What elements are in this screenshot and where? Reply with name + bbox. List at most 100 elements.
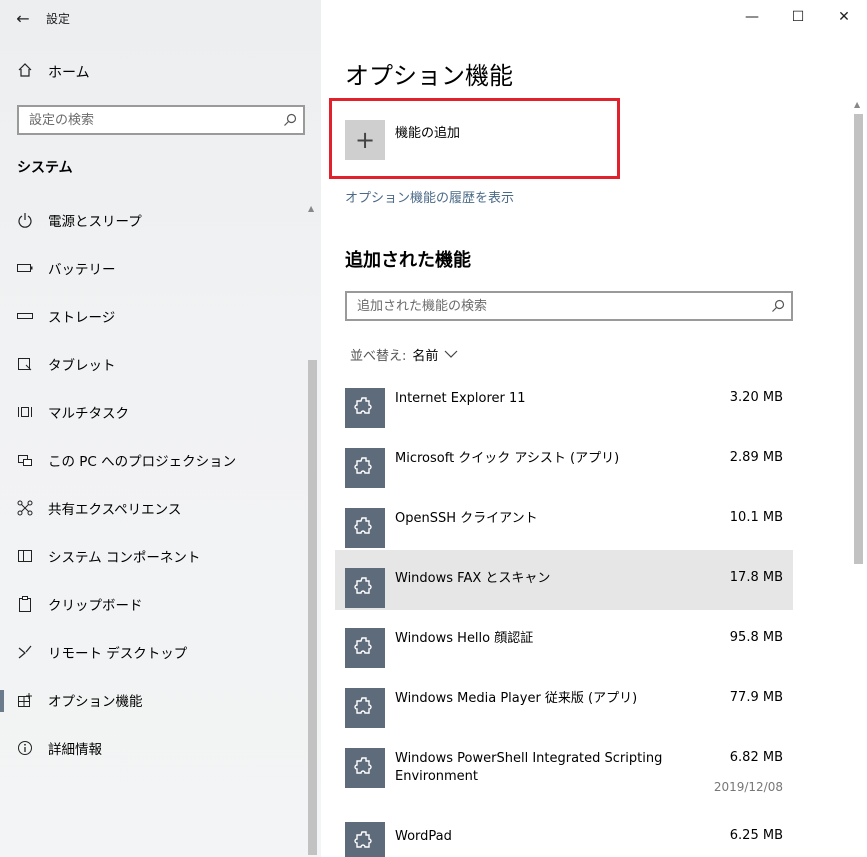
history-link[interactable]: オプション機能の履歴を表示	[345, 187, 514, 206]
main-scroll-thumb[interactable]	[854, 114, 863, 564]
feature-size: 77.9 MB	[729, 690, 783, 705]
puzzle-icon	[345, 568, 385, 608]
add-feature-button[interactable]: +	[345, 120, 385, 160]
sidebar-item-tablet[interactable]: タブレット	[0, 340, 304, 388]
sidebar-item-optional-features[interactable]: オプション機能	[0, 676, 304, 724]
feature-name: Windows Media Player 従来版 (アプリ)	[395, 691, 638, 706]
storage-icon	[16, 312, 34, 320]
page-title: オプション機能	[345, 62, 513, 90]
feature-name: Windows Hello 顔認証	[395, 631, 534, 646]
close-button[interactable]: ✕	[821, 0, 867, 34]
remote-desktop-icon	[16, 644, 34, 660]
feature-name: Windows FAX とスキャン	[395, 571, 551, 586]
installed-features-title: 追加された機能	[345, 250, 471, 271]
home-link[interactable]: ホーム	[16, 62, 90, 82]
main-scrollbar[interactable]: ▲	[850, 96, 867, 857]
sidebar-item-label: バッテリー	[48, 262, 116, 278]
feature-row[interactable]: OpenSSH クライアント 10.1 MB	[335, 490, 793, 550]
sidebar-item-label: ストレージ	[48, 310, 116, 326]
search-icon[interactable]	[277, 107, 303, 133]
battery-icon	[16, 263, 34, 273]
search-icon[interactable]	[765, 293, 791, 319]
feature-list: Internet Explorer 11 3.20 MB Microsoft ク…	[335, 370, 793, 857]
puzzle-icon	[345, 748, 385, 788]
feature-name: Microsoft クイック アシスト (アプリ)	[395, 451, 620, 466]
sidebar-item-label: この PC へのプロジェクション	[48, 454, 237, 470]
sidebar-item-label: クリップボード	[48, 598, 143, 614]
plus-icon: +	[354, 126, 376, 154]
sidebar-item-label: リモート デスクトップ	[48, 646, 188, 662]
window-controls: — ☐ ✕	[729, 0, 867, 34]
feature-row[interactable]: Microsoft クイック アシスト (アプリ) 2.89 MB	[335, 430, 793, 490]
maximize-icon: ☐	[791, 9, 805, 25]
feature-search-input[interactable]	[347, 293, 765, 319]
sidebar-item-label: マルチタスク	[48, 406, 129, 422]
system-components-icon	[16, 548, 34, 564]
title-bar: ← 設定	[0, 0, 321, 36]
home-icon	[16, 62, 34, 82]
sidebar-item-label: 電源とスリープ	[48, 214, 142, 230]
shared-experience-icon	[16, 500, 34, 516]
sort-label: 並べ替え:	[350, 349, 407, 364]
feature-row[interactable]: WordPad 6.25 MB	[335, 808, 793, 857]
feature-name: Internet Explorer 11	[395, 391, 526, 406]
feature-size: 3.20 MB	[729, 390, 783, 405]
puzzle-icon	[345, 628, 385, 668]
scroll-up-icon[interactable]: ▲	[854, 100, 860, 109]
back-arrow-icon: ←	[16, 8, 30, 28]
sidebar-item-power[interactable]: 電源とスリープ	[0, 196, 304, 244]
sidebar-item-system-components[interactable]: システム コンポーネント	[0, 532, 304, 580]
sidebar-item-label: 詳細情報	[48, 742, 102, 758]
puzzle-icon	[345, 508, 385, 548]
back-button[interactable]: ←	[0, 0, 46, 36]
feature-name: WordPad	[395, 829, 452, 844]
feature-row[interactable]: Windows PowerShell Integrated Scripting …	[335, 730, 793, 808]
sidebar-item-info[interactable]: 詳細情報	[0, 724, 304, 772]
puzzle-icon	[345, 822, 385, 857]
section-title: システム	[17, 160, 73, 176]
scroll-up-icon[interactable]: ▲	[308, 204, 314, 213]
feature-size: 17.8 MB	[729, 570, 783, 585]
maximize-button[interactable]: ☐	[775, 0, 821, 34]
feature-row-selected[interactable]: Windows FAX とスキャン 17.8 MB	[335, 550, 793, 610]
clipboard-icon	[16, 596, 34, 612]
feature-size: 6.25 MB	[729, 828, 783, 843]
sidebar-item-storage[interactable]: ストレージ	[0, 292, 304, 340]
sidebar-item-multitask[interactable]: マルチタスク	[0, 388, 304, 436]
feature-size: 95.8 MB	[729, 630, 783, 645]
sidebar-item-remote-desktop[interactable]: リモート デスクトップ	[0, 628, 304, 676]
feature-name: Windows PowerShell Integrated Scripting …	[395, 751, 663, 784]
sidebar-scrollbar[interactable]: ▲	[304, 200, 321, 857]
sort-dropdown[interactable]: 並べ替え: 名前	[350, 345, 458, 364]
sidebar-item-projection[interactable]: この PC へのプロジェクション	[0, 436, 304, 484]
tablet-icon	[16, 356, 34, 372]
feature-date: 2019/12/08	[713, 780, 783, 794]
sidebar-scroll-thumb[interactable]	[308, 360, 317, 855]
puzzle-icon	[345, 448, 385, 488]
feature-search-box[interactable]	[345, 291, 793, 321]
sidebar-item-label: タブレット	[48, 358, 116, 374]
home-label: ホーム	[48, 65, 90, 81]
sidebar-item-label: 共有エクスペリエンス	[48, 502, 182, 518]
feature-size: 2.89 MB	[729, 450, 783, 465]
sidebar-item-label: オプション機能	[48, 694, 143, 710]
feature-row[interactable]: Internet Explorer 11 3.20 MB	[335, 370, 793, 430]
chevron-down-icon	[444, 347, 458, 362]
feature-row[interactable]: Windows Hello 顔認証 95.8 MB	[335, 610, 793, 670]
main-content: — ☐ ✕ オプション機能 + 機能の追加 オプション機能の履歴を表示 追加され…	[321, 0, 867, 857]
sidebar-item-battery[interactable]: バッテリー	[0, 244, 304, 292]
projection-icon	[16, 452, 34, 468]
feature-name: OpenSSH クライアント	[395, 511, 538, 526]
feature-size: 6.82 MB	[729, 750, 783, 765]
sidebar-item-clipboard[interactable]: クリップボード	[0, 580, 304, 628]
puzzle-icon	[345, 688, 385, 728]
settings-search-input[interactable]	[19, 107, 277, 133]
feature-row[interactable]: Windows Media Player 従来版 (アプリ) 77.9 MB	[335, 670, 793, 730]
minimize-icon: —	[745, 9, 759, 25]
settings-search-box[interactable]	[17, 105, 305, 135]
sort-value: 名前	[412, 349, 439, 364]
add-feature-label[interactable]: 機能の追加	[395, 122, 460, 141]
minimize-button[interactable]: —	[729, 0, 775, 34]
sidebar-item-shared-experience[interactable]: 共有エクスペリエンス	[0, 484, 304, 532]
sidebar-nav: 電源とスリープ バッテリー ストレージ タブレット マルチタスク この PC へ…	[0, 196, 304, 772]
